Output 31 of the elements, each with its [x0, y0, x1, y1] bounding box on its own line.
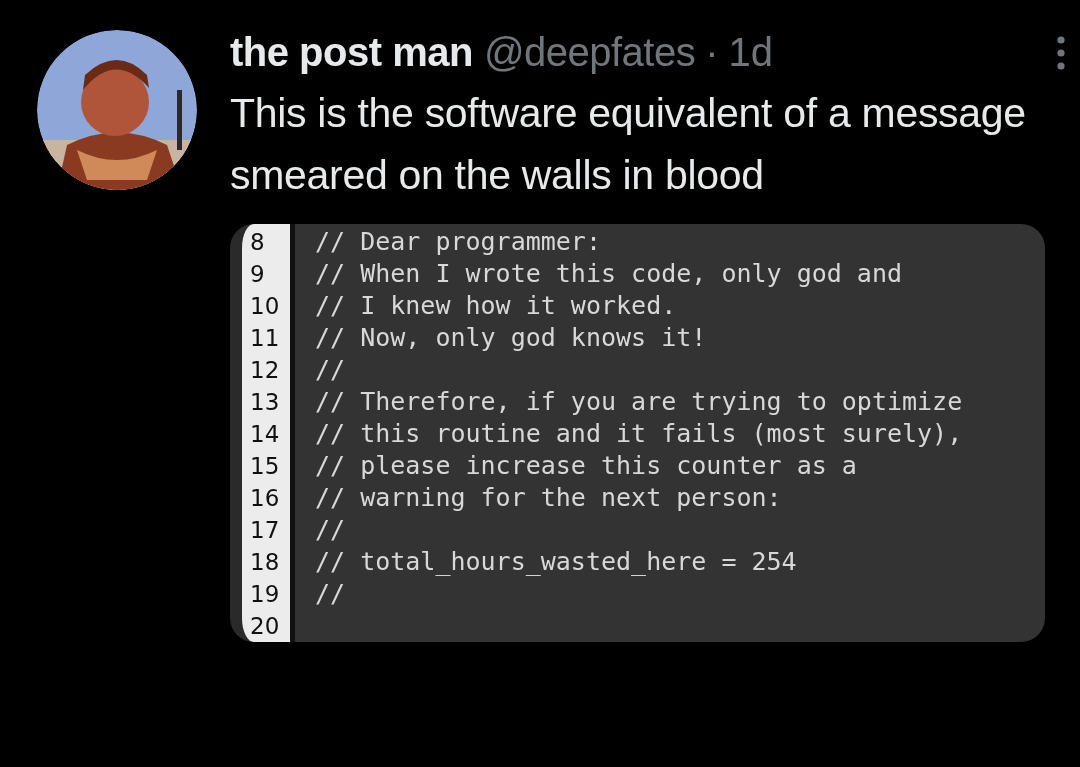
- code-comment: // Now, only god knows it!: [315, 323, 707, 352]
- code-comment: //: [315, 579, 346, 608]
- line-number: 14: [250, 420, 281, 449]
- post-text: This is the software equivalent of a message smeared on the walls in blood: [230, 89, 1027, 200]
- post-time[interactable]: 1d: [728, 30, 774, 75]
- user-handle[interactable]: @deepfates: [483, 30, 696, 75]
- code-comment: // Therefore, if you are trying to optimize: [315, 387, 963, 416]
- code-comment: // warning for the next person:: [315, 483, 782, 512]
- line-number: 9: [250, 260, 266, 289]
- code-comment: // please increase this counter as a: [315, 451, 857, 480]
- line-number: 16: [250, 484, 281, 513]
- line-number: 19: [250, 580, 281, 609]
- code-comment: // this routine and it fails (most surely),: [315, 419, 963, 448]
- line-number: 20: [250, 612, 281, 641]
- code-comment: //: [315, 355, 346, 384]
- line-number: 10: [250, 292, 281, 321]
- line-number: 12: [250, 356, 281, 385]
- line-number: 17: [250, 516, 281, 545]
- line-number: 18: [250, 548, 281, 577]
- line-number: 8: [250, 228, 266, 257]
- code-comment: // When I wrote this code, only god and: [315, 259, 902, 288]
- line-number: 15: [250, 452, 281, 481]
- more-icon[interactable]: [1057, 36, 1065, 70]
- code-comment: // total_hours_wasted_here = 254: [315, 547, 797, 576]
- line-number: 11: [250, 324, 281, 353]
- line-number: 13: [250, 388, 281, 417]
- author-name[interactable]: the post man: [230, 30, 473, 75]
- code-comment: // I knew how it worked.: [315, 291, 677, 320]
- code-comment: // Dear programmer:: [315, 227, 601, 256]
- code-comment: //: [315, 515, 346, 544]
- separator-dot: ·: [705, 30, 719, 75]
